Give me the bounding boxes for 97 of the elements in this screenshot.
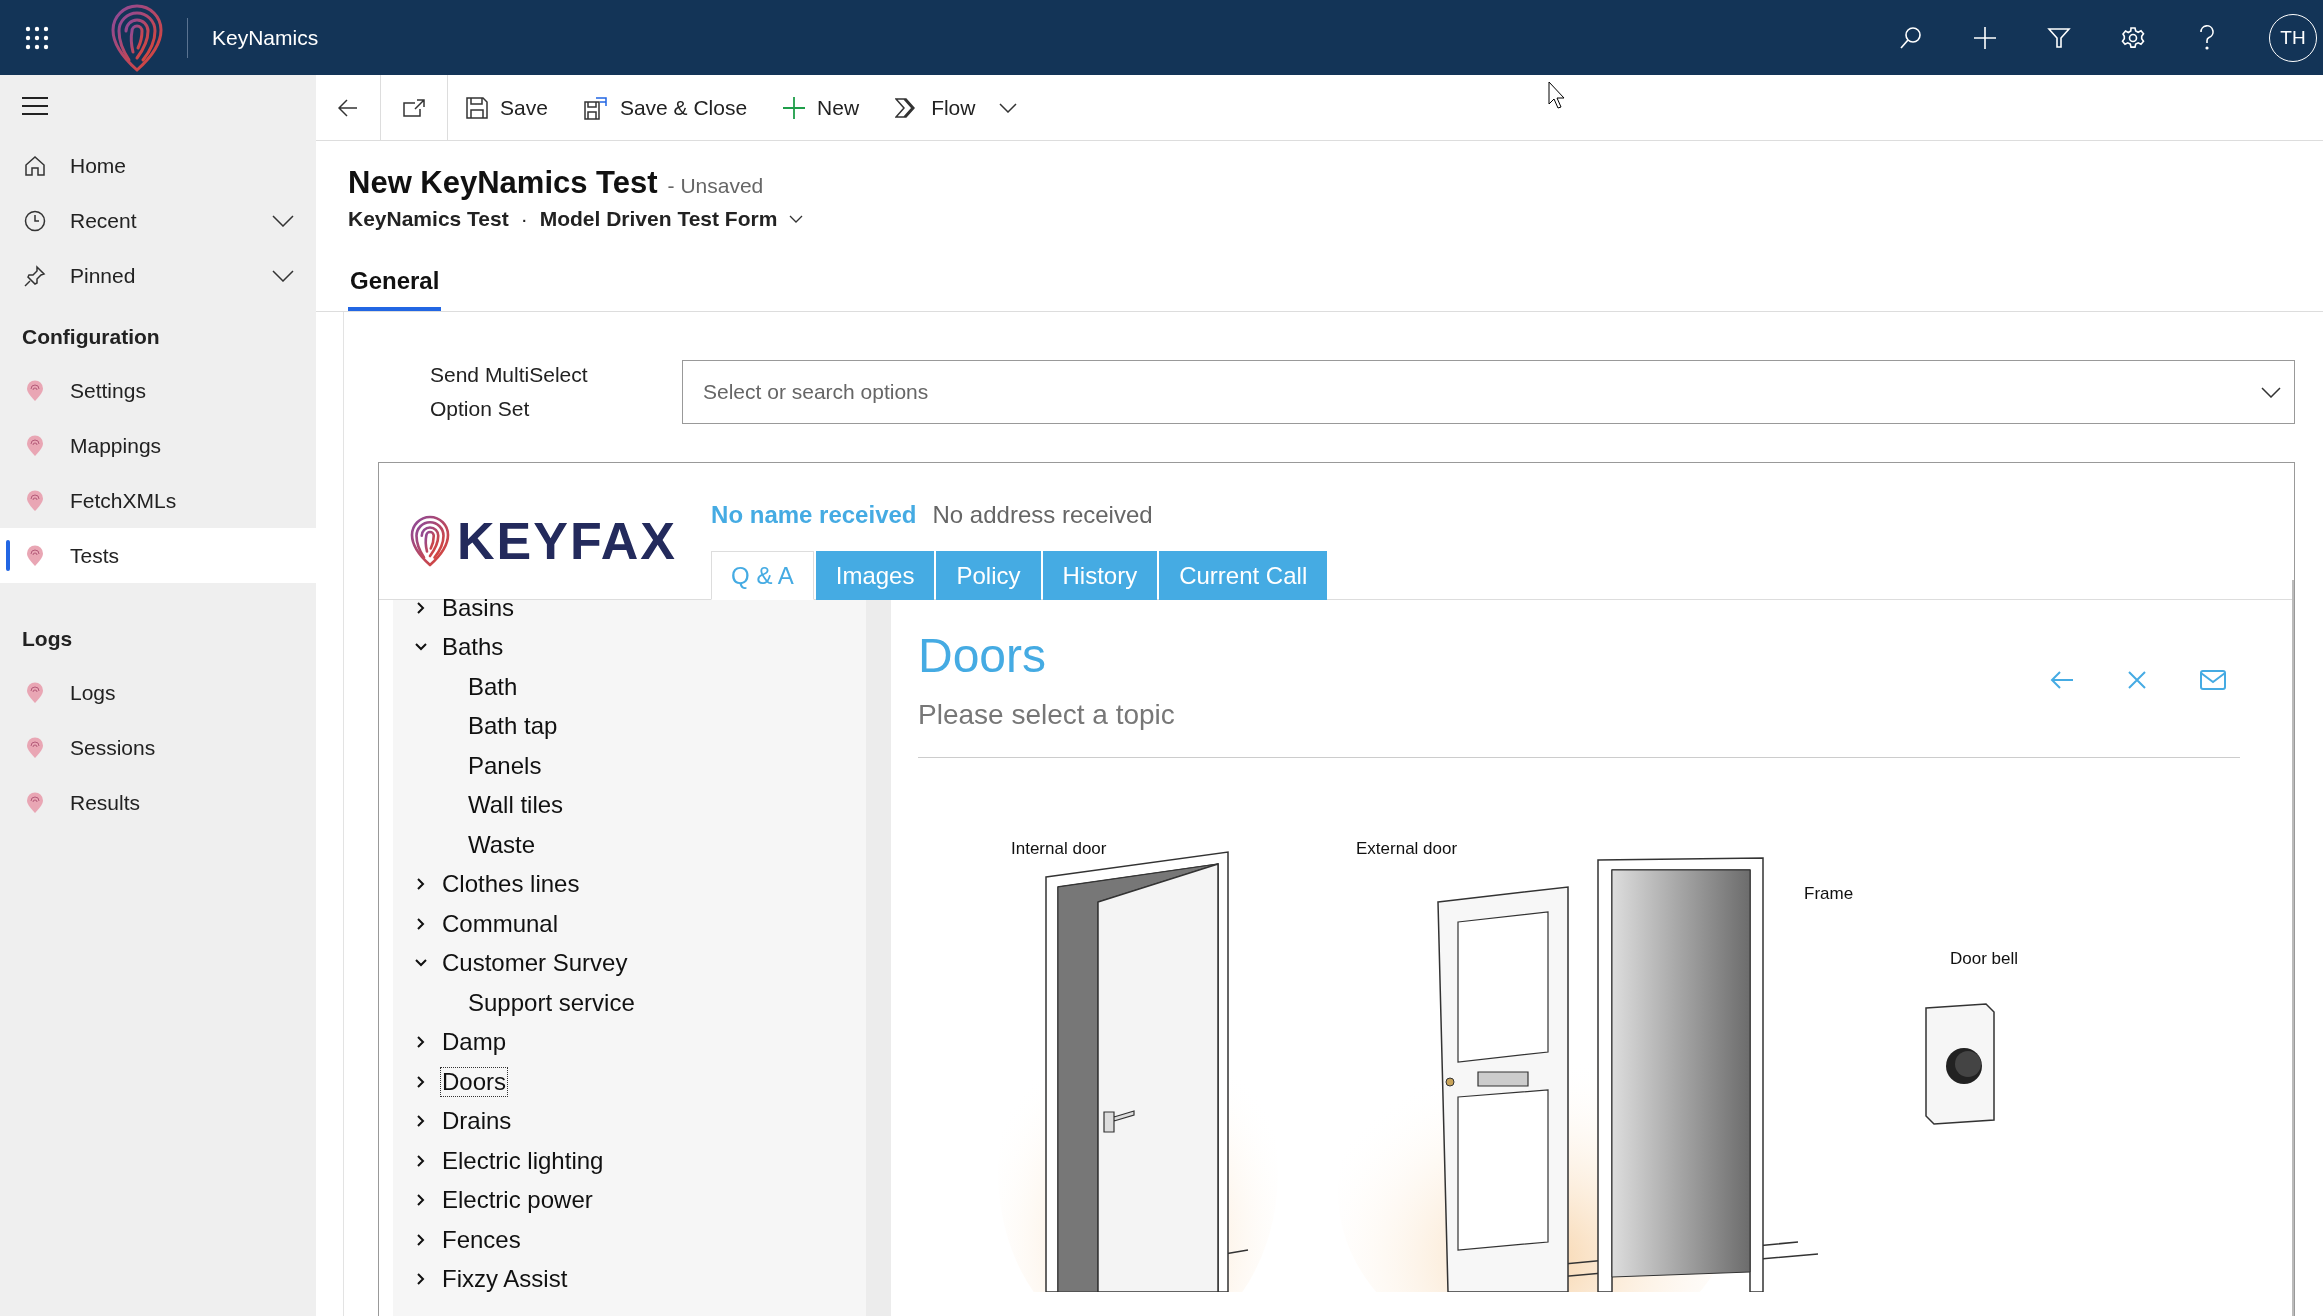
search-icon[interactable] xyxy=(1899,25,1923,50)
brand-wordmark: KEYFAX xyxy=(457,511,678,571)
app-launcher-icon[interactable] xyxy=(25,25,49,50)
tree-item[interactable]: Damp xyxy=(440,1027,509,1058)
popout-icon xyxy=(403,98,425,117)
fingerprint-pin-icon xyxy=(24,736,46,759)
arrow-left-icon xyxy=(338,98,358,117)
entity-name: KeyNamics Test xyxy=(348,207,509,231)
close-icon[interactable] xyxy=(2128,671,2146,689)
back-arrow-icon[interactable] xyxy=(2050,670,2074,690)
tree-item[interactable]: Electric power xyxy=(440,1185,595,1216)
chevron-right-icon[interactable] xyxy=(415,1273,427,1286)
menu-icon[interactable] xyxy=(22,97,48,115)
door-bell-drawing[interactable] xyxy=(1925,1003,1995,1125)
chevron-right-icon[interactable] xyxy=(415,1233,427,1246)
flow-button[interactable]: Flow xyxy=(877,75,1036,140)
plus-icon xyxy=(783,96,806,119)
sidebar-item[interactable]: Sessions xyxy=(0,720,316,775)
chevron-right-icon[interactable] xyxy=(415,1115,427,1128)
contact-address: No address received xyxy=(932,501,1153,529)
record-title: New KeyNamics Test xyxy=(348,165,658,201)
form-selector[interactable]: Model Driven Test Form xyxy=(539,207,804,231)
tree-item[interactable]: Customer Survey xyxy=(440,948,630,979)
fingerprint-pin-icon xyxy=(24,379,46,402)
fingerprint-pin-icon xyxy=(24,681,46,704)
section-heading: Configuration xyxy=(21,324,161,350)
sidebar-item[interactable]: Tests xyxy=(0,528,316,583)
caret-icon xyxy=(789,215,804,223)
tree-item[interactable]: Electric lighting xyxy=(440,1145,606,1176)
form-tab[interactable]: General xyxy=(348,261,442,311)
illustration-label: External door xyxy=(1356,839,1458,858)
tree-item[interactable]: Clothes lines xyxy=(440,869,582,900)
chevron-right-icon[interactable] xyxy=(415,1075,427,1088)
chevron-down-icon[interactable] xyxy=(415,959,427,968)
tree-item[interactable]: Basins xyxy=(440,592,517,623)
sidebar-item[interactable]: Mappings xyxy=(0,418,316,473)
chevron-down-icon[interactable] xyxy=(2261,387,2281,398)
tree-item[interactable]: Doors xyxy=(440,1066,509,1097)
contact-name: No name received xyxy=(711,501,917,529)
tree-item[interactable]: Baths xyxy=(440,632,506,663)
topic-title: Doors xyxy=(918,628,1048,683)
filter-icon[interactable] xyxy=(2047,25,2071,50)
settings-icon[interactable] xyxy=(2121,25,2145,50)
tree-item[interactable]: Communal xyxy=(440,908,561,939)
chevron-right-icon[interactable] xyxy=(415,1036,427,1049)
chevron-right-icon[interactable] xyxy=(415,601,427,614)
pin-icon xyxy=(24,264,46,287)
sidebar-item[interactable]: Pinned xyxy=(0,248,316,303)
caret-icon xyxy=(999,102,1018,113)
tree-item[interactable]: Drains xyxy=(440,1106,514,1137)
tree-item[interactable]: Support service xyxy=(466,987,637,1018)
chevron-right-icon[interactable] xyxy=(415,1154,427,1167)
section-heading: Logs xyxy=(21,626,74,652)
new-button[interactable]: New xyxy=(765,75,878,140)
illustration-label: Door bell xyxy=(1950,949,2019,968)
save-status: - Unsaved xyxy=(667,174,764,198)
sidebar-item[interactable]: Recent xyxy=(0,193,316,248)
chevron-right-icon[interactable] xyxy=(415,878,427,891)
fingerprint-pin-icon xyxy=(24,434,46,457)
chevron-down-icon[interactable] xyxy=(415,643,427,652)
sidebar-item[interactable]: Logs xyxy=(0,665,316,720)
fingerprint-logo-icon xyxy=(409,513,451,569)
plus-icon[interactable] xyxy=(1973,25,1997,50)
save-and-close-button[interactable]: Save & Close xyxy=(565,75,766,140)
tree-item[interactable]: Wall tiles xyxy=(466,790,566,821)
tree-item[interactable]: Panels xyxy=(466,750,544,781)
sidebar-item[interactable]: Results xyxy=(0,775,316,830)
clock-icon xyxy=(24,209,46,232)
sidebar-item[interactable]: Home xyxy=(0,138,316,193)
tree-item[interactable]: Waste xyxy=(466,829,538,860)
fingerprint-pin-icon xyxy=(24,791,46,814)
chevron-down-icon xyxy=(272,214,294,227)
illustration-label: Internal door xyxy=(1011,839,1107,858)
app-name[interactable]: KeyNamics xyxy=(212,25,319,50)
multiselect-field[interactable]: Select or search options xyxy=(682,360,2295,424)
fingerprint-logo-icon xyxy=(109,3,165,72)
tree-item[interactable]: Fences xyxy=(440,1224,523,1255)
tree-item[interactable]: Bath xyxy=(466,671,520,702)
sidebar-item[interactable]: FetchXMLs xyxy=(0,473,316,528)
fingerprint-pin-icon xyxy=(24,489,46,512)
separator: · xyxy=(520,207,528,231)
mail-icon[interactable] xyxy=(2200,670,2226,690)
tree-item[interactable]: Bath tap xyxy=(466,711,560,742)
sidebar-item[interactable]: Settings xyxy=(0,363,316,418)
chevron-right-icon[interactable] xyxy=(415,917,427,930)
tree-item[interactable]: Fixzy Assist xyxy=(440,1264,570,1295)
chevron-down-icon xyxy=(272,269,294,282)
scrollbar[interactable] xyxy=(2292,580,2294,1316)
chevron-right-icon[interactable] xyxy=(415,1194,427,1207)
fingerprint-pin-icon xyxy=(24,544,46,567)
home-icon xyxy=(24,154,46,177)
field-label: Send MultiSelect Option Set xyxy=(430,362,589,422)
mouse-pointer-icon xyxy=(1548,81,1566,109)
topic-prompt: Please select a topic xyxy=(918,699,1175,731)
save-close-icon xyxy=(583,95,608,120)
illustration-label: Frame xyxy=(1804,884,1854,903)
save-button[interactable]: Save xyxy=(448,75,566,140)
